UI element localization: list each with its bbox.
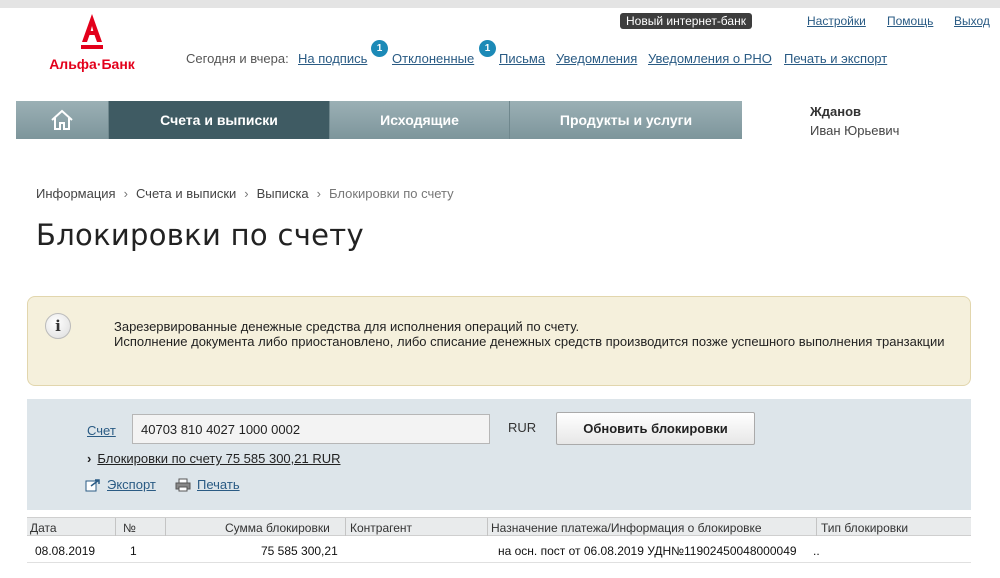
to-sign-badge: 1	[371, 40, 388, 57]
export-link[interactable]: Экспорт	[85, 477, 156, 492]
cell-number: 1	[130, 544, 137, 558]
page-title: Блокировки по счету	[36, 218, 364, 252]
column-divider	[165, 518, 166, 536]
breadcrumb-chevron-icon: ›	[244, 186, 249, 201]
info-line-1: Зарезервированные денежные средства для …	[114, 319, 580, 334]
info-line-2: Исполнение документа либо приостановлено…	[114, 334, 945, 349]
user-name: Жданов Иван Юрьевич	[810, 104, 899, 138]
column-header[interactable]: Дата	[30, 521, 57, 535]
rno-notifications-link[interactable]: Уведомления о РНО	[648, 51, 772, 66]
info-text: Зарезервированные денежные средства для …	[114, 319, 954, 349]
breadcrumb-current: Блокировки по счету	[329, 186, 454, 201]
print-label: Печать	[197, 477, 240, 492]
home-icon	[51, 109, 73, 130]
breadcrumb-chevron-icon: ›	[316, 186, 321, 201]
breadcrumb-chevron-icon: ›	[123, 186, 128, 201]
block-summary-toggle[interactable]: › Блокировки по счету 75 585 300,21 RUR	[87, 451, 341, 466]
cell-date: 08.08.2019	[35, 544, 96, 558]
bank-logo[interactable]: Альфа·Банк	[46, 14, 138, 74]
print-export-link[interactable]: Печать и экспорт	[784, 51, 887, 66]
rejected-link[interactable]: Отклоненные	[392, 51, 474, 66]
top-strip	[0, 0, 1000, 8]
column-divider	[487, 518, 488, 536]
print-link[interactable]: Печать	[175, 477, 240, 492]
tab-accounts[interactable]: Счета и выписки	[109, 101, 330, 139]
user-first-name: Иван Юрьевич	[810, 123, 900, 138]
breadcrumb-item[interactable]: Выписка	[257, 186, 309, 201]
column-header[interactable]: Назначение платежа/Информация о блокиров…	[491, 521, 762, 535]
info-box: i Зарезервированные денежные средства дл…	[27, 296, 971, 386]
account-input[interactable]	[132, 414, 490, 444]
rejected-badge: 1	[479, 40, 496, 57]
cell-purpose: на осн. пост от 06.08.2019 УДН№119024500…	[498, 544, 797, 558]
export-label: Экспорт	[107, 477, 156, 492]
help-link[interactable]: Помощь	[887, 14, 933, 28]
table-header: Дата № Сумма блокировки Контрагент Назна…	[27, 517, 971, 536]
column-header[interactable]: №	[123, 521, 136, 535]
tab-outgoing[interactable]: Исходящие	[330, 101, 510, 139]
bank-name: Альфа·Банк	[49, 56, 135, 72]
top-links: Новый интернет-банк Настройки Помощь Вых…	[620, 13, 995, 29]
info-icon: i	[45, 313, 71, 339]
tab-products[interactable]: Продукты и услуги	[510, 101, 742, 139]
column-header[interactable]: Сумма блокировки	[225, 521, 330, 535]
breadcrumb-item[interactable]: Информация	[36, 186, 116, 201]
column-divider	[115, 518, 116, 536]
column-header[interactable]: Контрагент	[350, 521, 412, 535]
today-label: Сегодня и вчера:	[186, 51, 289, 66]
notifications-link[interactable]: Уведомления	[556, 51, 637, 66]
currency-label: RUR	[508, 420, 537, 435]
account-panel: Счет RUR Обновить блокировки › Блокировки…	[27, 399, 971, 510]
cell-amount: 75 585 300,21	[261, 544, 338, 558]
logout-link[interactable]: Выход	[954, 14, 990, 28]
printer-icon	[175, 478, 191, 492]
export-icon	[85, 479, 100, 492]
nav-home[interactable]	[16, 101, 109, 139]
breadcrumb: Информация › Счета и выписки › Выписка › Блоки…	[36, 186, 454, 201]
new-bank-button[interactable]: Новый интернет-банк	[620, 13, 752, 29]
chevron-right-icon: ›	[87, 451, 92, 466]
letters-link[interactable]: Письма	[499, 51, 545, 66]
settings-link[interactable]: Настройки	[807, 14, 866, 28]
account-label[interactable]: Счет	[87, 423, 116, 438]
breadcrumb-item[interactable]: Счета и выписки	[136, 186, 236, 201]
to-sign-link[interactable]: На подпись	[298, 51, 367, 66]
user-last-name: Жданов	[810, 104, 862, 119]
today-nav: Сегодня и вчера: На подпись 1 Отклоненны…	[186, 40, 986, 68]
column-divider	[816, 518, 817, 536]
main-nav: Счета и выписки Исходящие Продукты и усл…	[16, 101, 742, 139]
cell-block-type: ..	[813, 544, 820, 558]
alfa-logo-icon	[81, 14, 103, 49]
refresh-blocks-button[interactable]: Обновить блокировки	[556, 412, 755, 445]
column-header[interactable]: Тип блокировки	[821, 521, 908, 535]
table-row[interactable]: 08.08.2019 1 75 585 300,21 на осн. пост …	[27, 537, 971, 563]
block-summary-text: Блокировки по счету 75 585 300,21 RUR	[97, 451, 341, 466]
column-divider	[345, 518, 346, 536]
